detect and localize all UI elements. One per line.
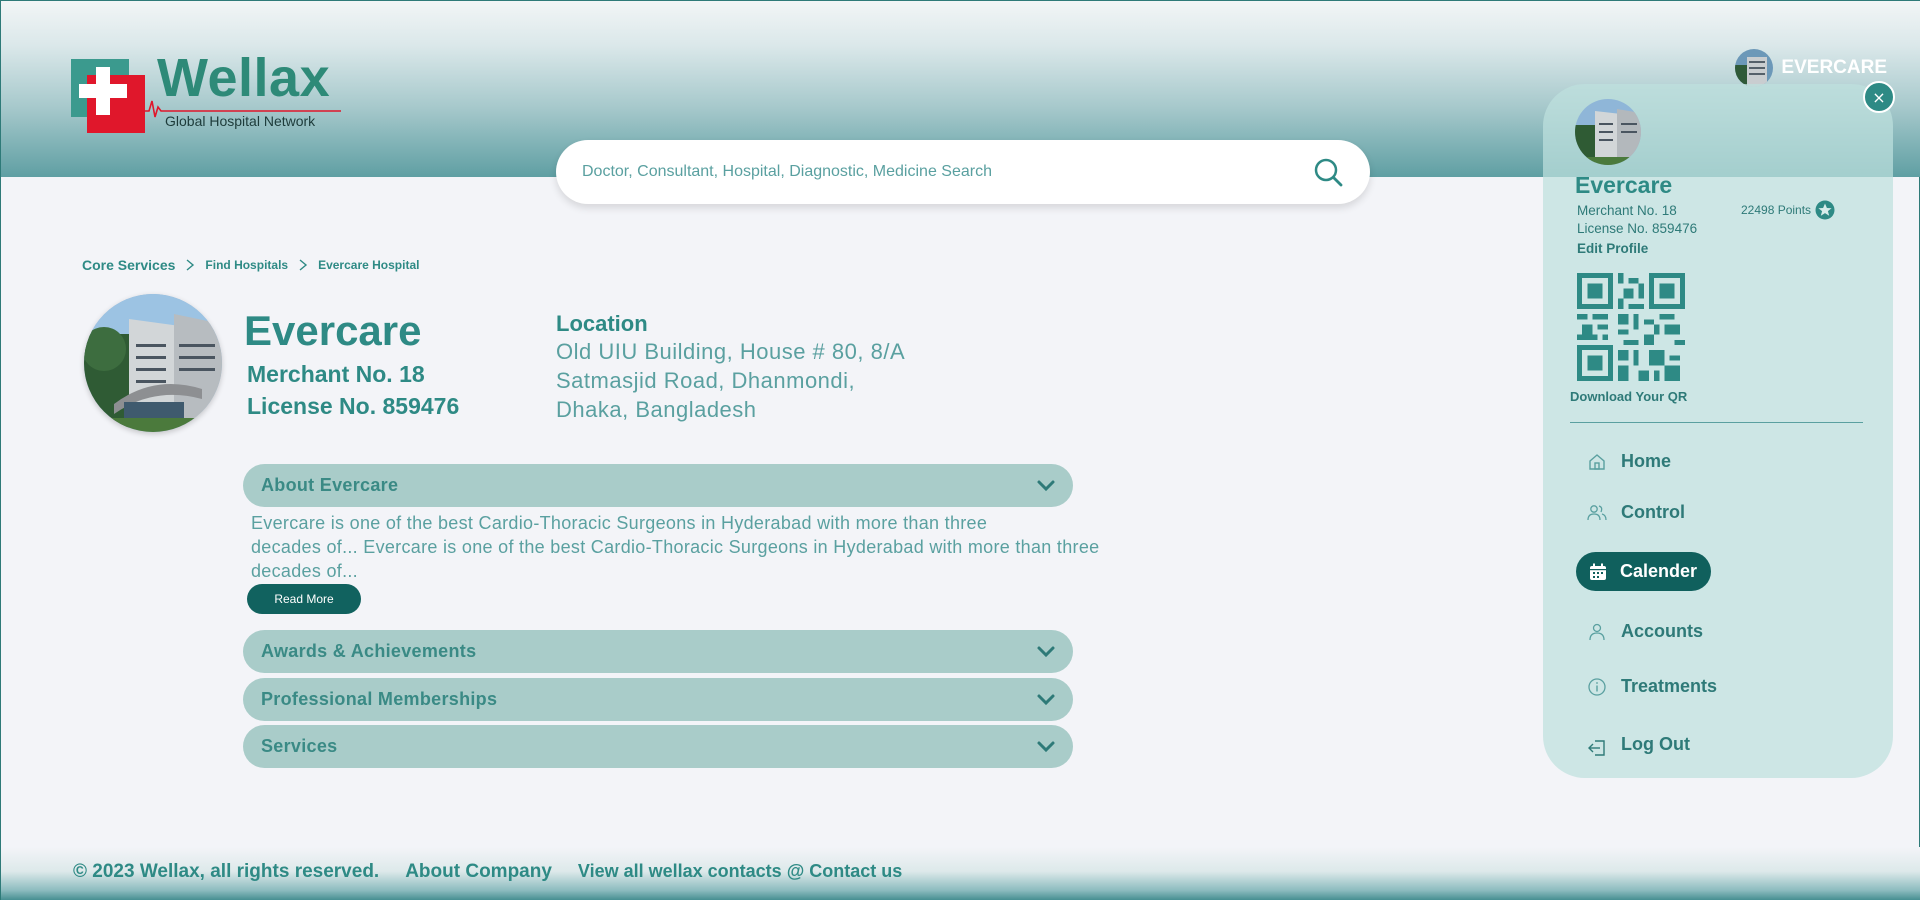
divider bbox=[1570, 422, 1863, 423]
menu-item-label: Home bbox=[1621, 451, 1672, 471]
points-badge: 22498 Points bbox=[1741, 200, 1835, 220]
chevron-right-icon bbox=[186, 259, 195, 271]
hospital-name: Evercare bbox=[244, 307, 422, 354]
accordion-label: About Evercare bbox=[261, 475, 399, 495]
menu-item-label: Accounts bbox=[1621, 621, 1704, 641]
hospital-photo bbox=[84, 294, 222, 432]
wellax-logo[interactable]: Wellax Global Hospital Network bbox=[71, 48, 341, 135]
user-name: EVERCARE bbox=[1781, 57, 1887, 78]
user-menu-chip[interactable]: EVERCARE bbox=[1735, 49, 1887, 87]
panel-merchant-number: Merchant No. 18 bbox=[1577, 203, 1677, 218]
download-qr-link[interactable]: Download Your QR bbox=[1570, 389, 1687, 404]
copyright-text: © 2023 Wellax, all rights reserved. bbox=[73, 861, 380, 882]
about-line: decades of... bbox=[251, 561, 358, 581]
location-block: Location Old UIU Building, House # 80, 8… bbox=[556, 311, 905, 424]
breadcrumb-core-services[interactable]: Core Services bbox=[82, 257, 175, 273]
location-line: Dhaka, Bangladesh bbox=[556, 397, 757, 422]
breadcrumb-current: Evercare Hospital bbox=[318, 258, 420, 272]
user-avatar bbox=[1735, 49, 1774, 87]
panel-avatar bbox=[1575, 99, 1641, 165]
breadcrumb: Core Services Find Hospitals Evercare Ho… bbox=[82, 257, 419, 273]
about-company-link[interactable]: About Company bbox=[405, 861, 552, 883]
menu-item-label: Treatments bbox=[1621, 676, 1718, 696]
user-icon bbox=[1589, 623, 1605, 640]
menu-item-treatments[interactable]: Treatments bbox=[1587, 676, 1717, 697]
menu-item-accounts[interactable]: Accounts bbox=[1587, 621, 1703, 642]
about-description: Evercare is one of the best Cardio-Thora… bbox=[251, 511, 1151, 583]
chevron-right-icon bbox=[299, 259, 308, 271]
license-number: License No. 859476 bbox=[247, 393, 460, 419]
menu-item-control[interactable]: Control bbox=[1587, 502, 1685, 523]
panel-meta: Merchant No. 18 License No. 859476 bbox=[1577, 202, 1697, 238]
calendar-icon bbox=[1590, 563, 1606, 580]
logout-icon bbox=[1588, 740, 1605, 756]
accordion-about[interactable]: About Evercare bbox=[243, 464, 1073, 507]
about-line: decades of... Evercare is one of the bes… bbox=[251, 537, 1100, 557]
accordion-label: Services bbox=[261, 736, 338, 756]
chevron-down-icon bbox=[1037, 646, 1055, 657]
menu-item-label: Control bbox=[1621, 502, 1685, 522]
hospital-meta: Merchant No. 18 License No. 859476 bbox=[247, 358, 459, 422]
accordion-awards[interactable]: Awards & Achievements bbox=[243, 630, 1073, 673]
accordion-label: Professional Memberships bbox=[261, 689, 498, 709]
search-input[interactable] bbox=[582, 140, 1312, 204]
star-icon bbox=[1815, 200, 1835, 220]
location-line: Old UIU Building, House # 80, 8/A bbox=[556, 339, 906, 364]
users-icon bbox=[1587, 504, 1607, 520]
logo-tagline: Global Hospital Network bbox=[165, 113, 316, 129]
menu-item-calender[interactable]: Calender bbox=[1576, 552, 1712, 591]
home-icon bbox=[1589, 453, 1605, 470]
menu-item-label: Calender bbox=[1620, 561, 1698, 581]
qr-code-image bbox=[1577, 273, 1685, 381]
search-bar bbox=[556, 140, 1370, 204]
location-line: Satmasjid Road, Dhanmondi, bbox=[556, 368, 856, 393]
panel-license-number: License No. 859476 bbox=[1577, 221, 1698, 236]
edit-profile-link[interactable]: Edit Profile bbox=[1577, 241, 1648, 256]
menu-item-logout[interactable]: Log Out bbox=[1587, 730, 1690, 758]
location-title: Location bbox=[556, 311, 648, 336]
menu-item-home[interactable]: Home bbox=[1587, 451, 1671, 472]
chevron-down-icon bbox=[1037, 480, 1055, 491]
points-value: 22498 Points bbox=[1741, 203, 1812, 217]
accordion-memberships[interactable]: Professional Memberships bbox=[243, 678, 1073, 721]
breadcrumb-find-hospitals[interactable]: Find Hospitals bbox=[205, 258, 288, 272]
merchant-number: Merchant No. 18 bbox=[247, 361, 425, 387]
chevron-down-icon bbox=[1037, 694, 1055, 705]
footer: © 2023 Wellax, all rights reserved. Abou… bbox=[1, 847, 1920, 900]
panel-hospital-name: Evercare bbox=[1575, 172, 1673, 198]
contact-us-link[interactable]: View all wellax contacts @ Contact us bbox=[578, 861, 902, 882]
info-icon bbox=[1588, 677, 1606, 696]
menu-item-label: Log Out bbox=[1621, 733, 1690, 754]
read-more-button[interactable]: Read More bbox=[247, 584, 361, 614]
search-icon[interactable] bbox=[1312, 156, 1344, 188]
accordion-services[interactable]: Services bbox=[243, 725, 1073, 768]
about-line: Evercare is one of the best Cardio-Thora… bbox=[251, 513, 988, 533]
accordion-label: Awards & Achievements bbox=[261, 641, 477, 661]
logo-name: Wellax bbox=[157, 48, 331, 108]
medical-cross-icon bbox=[71, 59, 145, 133]
chevron-down-icon bbox=[1037, 741, 1055, 752]
close-panel-button[interactable]: × bbox=[1863, 81, 1895, 113]
